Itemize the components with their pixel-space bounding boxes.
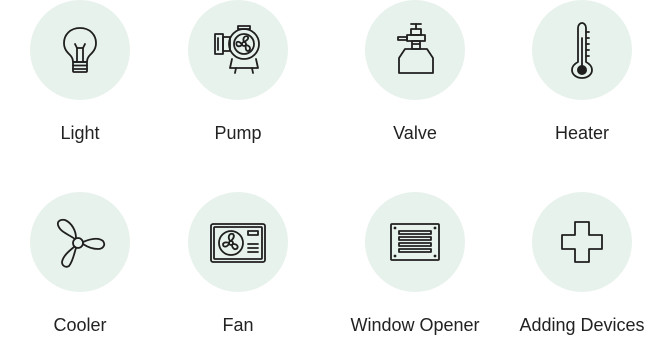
device-tile-window-opener[interactable]: Window Opener xyxy=(335,192,495,352)
device-icon-circle[interactable] xyxy=(365,192,465,292)
device-tile-cooler[interactable]: Cooler xyxy=(0,192,160,352)
device-icon-circle[interactable] xyxy=(365,0,465,100)
plus-icon xyxy=(561,221,603,263)
device-icon-circle[interactable] xyxy=(188,192,288,292)
device-grid: Light Pump Valve Heater Cooler Fan Windo… xyxy=(0,0,666,340)
device-label: Pump xyxy=(214,123,262,143)
device-icon-circle[interactable] xyxy=(188,0,288,100)
window-vent-icon xyxy=(390,223,440,261)
device-tile-fan[interactable]: Fan xyxy=(158,192,318,352)
add-device-button[interactable] xyxy=(532,192,632,292)
light-bulb-icon xyxy=(63,27,97,73)
device-tile-pump[interactable]: Pump xyxy=(158,0,318,160)
thermometer-icon xyxy=(571,22,593,79)
propeller-icon xyxy=(56,218,106,268)
device-tile-valve[interactable]: Valve xyxy=(335,0,495,160)
air-conditioner-fan-icon xyxy=(210,223,266,263)
device-label: Light xyxy=(60,123,100,143)
pump-icon xyxy=(214,25,260,74)
device-label: Window Opener xyxy=(350,315,480,335)
valve-icon xyxy=(397,23,434,74)
device-icon-circle[interactable] xyxy=(532,0,632,100)
device-label: Valve xyxy=(393,123,437,143)
device-icon-circle[interactable] xyxy=(30,192,130,292)
device-label: Fan xyxy=(222,315,254,335)
device-label: Heater xyxy=(554,123,610,143)
device-icon-circle[interactable] xyxy=(30,0,130,100)
device-tile-heater[interactable]: Heater xyxy=(502,0,662,160)
device-label: Cooler xyxy=(53,315,107,335)
device-tile-adding-devices[interactable]: Adding Devices xyxy=(502,192,662,352)
device-tile-light[interactable]: Light xyxy=(0,0,160,160)
device-label: Adding Devices xyxy=(519,315,645,335)
